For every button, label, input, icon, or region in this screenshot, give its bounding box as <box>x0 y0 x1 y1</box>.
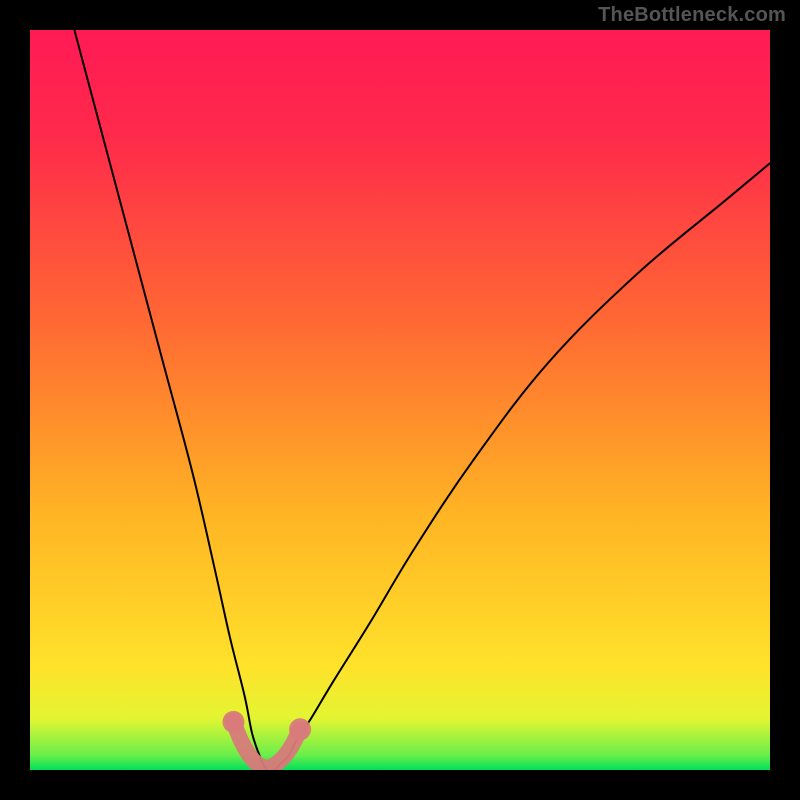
optimum-band-end-right <box>289 718 311 740</box>
plot-area <box>30 30 770 770</box>
chart-frame: TheBottleneck.com <box>0 0 800 800</box>
gradient-background <box>30 30 770 770</box>
chart-svg <box>30 30 770 770</box>
optimum-band-end-left <box>223 711 245 733</box>
watermark-label: TheBottleneck.com <box>598 4 786 27</box>
